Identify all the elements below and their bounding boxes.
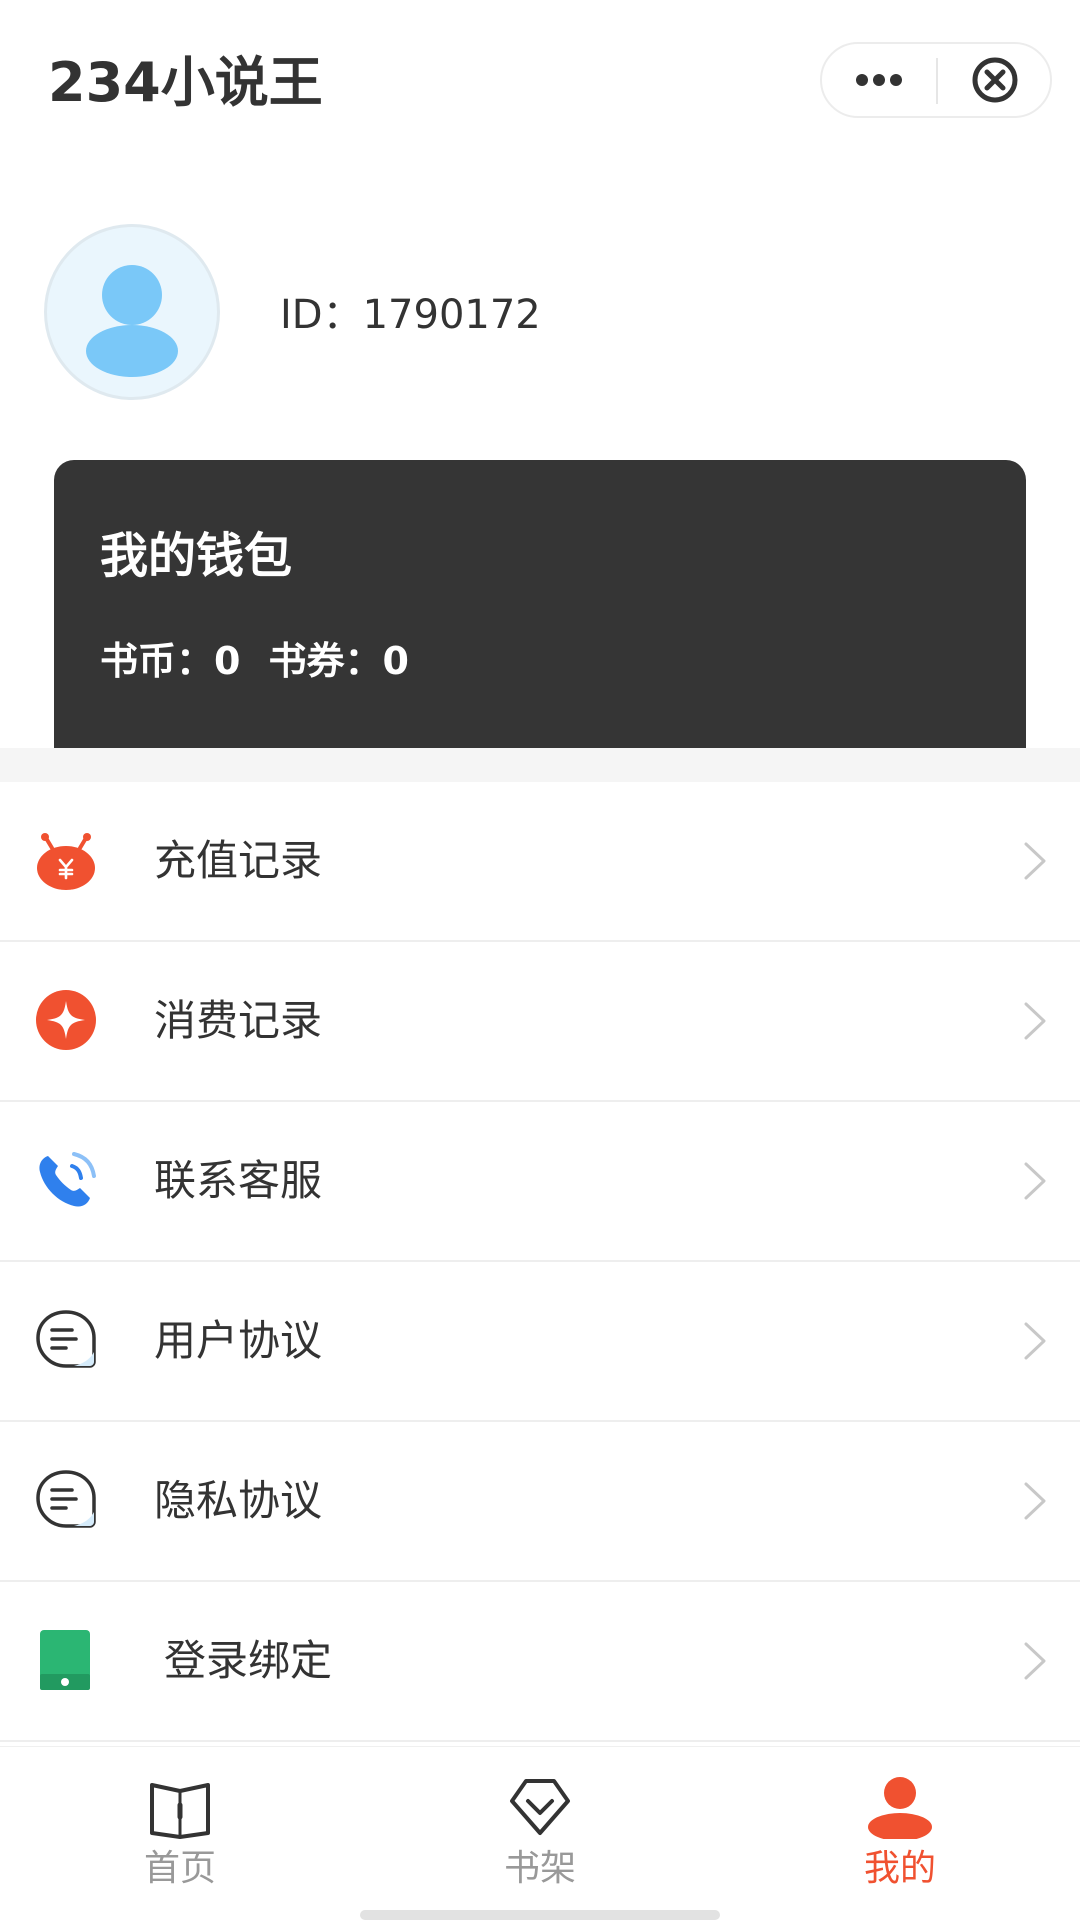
chevron-right-icon xyxy=(1024,1482,1046,1520)
user-avatar-icon xyxy=(86,265,178,377)
tab-label: 书架 xyxy=(503,1848,576,1889)
chevron-right-icon xyxy=(1024,1642,1046,1680)
menu-item-consumption-records[interactable]: 消费记录 xyxy=(0,942,1080,1102)
coins-value: 0 xyxy=(214,639,241,683)
phone-call-icon xyxy=(39,1152,96,1207)
menu-item-login-binding[interactable]: 登录绑定 xyxy=(0,1582,1080,1742)
recharge-wallet-icon xyxy=(37,833,95,890)
chevron-right-icon xyxy=(1024,1322,1046,1360)
menu-item-privacy-policy[interactable]: 隐私协议 xyxy=(0,1422,1080,1582)
vouchers-label: 书券： xyxy=(268,639,383,683)
top-bar: 234小说王 xyxy=(0,0,1080,160)
tab-label: 我的 xyxy=(863,1848,936,1889)
menu-item-recharge-records[interactable]: 充值记录 xyxy=(0,782,1080,942)
user-id: ID：1790172 xyxy=(280,292,541,338)
user-profile-icon xyxy=(868,1777,932,1839)
tab-bookshelf[interactable]: 书架 xyxy=(440,1747,640,1921)
more-dots-icon xyxy=(856,74,902,86)
bookshelf-diamond-icon xyxy=(510,1779,570,1835)
tablet-device-icon xyxy=(40,1630,90,1690)
menu-item-label: 登录绑定 xyxy=(164,1636,333,1685)
wallet-title: 我的钱包 xyxy=(100,528,293,584)
menu-item-label: 隐私协议 xyxy=(154,1476,323,1525)
app-title: 234小说王 xyxy=(48,51,323,114)
mini-program-capsule xyxy=(820,42,1052,118)
bottom-tab-bar: 首页 书架 我的 xyxy=(0,1746,1080,1921)
home-indicator xyxy=(360,1910,720,1920)
wallet-balance: 书币：0 书券：0 xyxy=(100,636,409,686)
coins-label: 书币： xyxy=(100,639,215,683)
close-circle-icon xyxy=(972,57,1018,103)
chevron-right-icon xyxy=(1024,1162,1046,1200)
menu-item-user-agreement[interactable]: 用户协议 xyxy=(0,1262,1080,1422)
menu-item-label: 用户协议 xyxy=(154,1316,323,1365)
menu-item-label: 消费记录 xyxy=(154,996,323,1045)
menu-item-label: 联系客服 xyxy=(154,1156,323,1205)
chevron-right-icon xyxy=(1024,842,1046,880)
menu-item-contact-support[interactable]: 联系客服 xyxy=(0,1102,1080,1262)
chevron-right-icon xyxy=(1024,1002,1046,1040)
consumption-star-icon xyxy=(36,990,96,1050)
menu-list: 充值记录 消费记录 联系客服 用户协议 隐私协议 登录绑定 xyxy=(0,782,1080,1742)
document-chat-icon xyxy=(36,1470,96,1528)
tab-home[interactable]: 首页 xyxy=(80,1747,280,1921)
tab-label: 首页 xyxy=(143,1848,216,1889)
menu-item-label: 充值记录 xyxy=(154,836,323,885)
vouchers-value: 0 xyxy=(382,639,409,683)
tab-mine[interactable]: 我的 xyxy=(800,1747,1000,1921)
section-divider xyxy=(0,748,1080,782)
avatar[interactable] xyxy=(44,224,220,400)
close-button[interactable] xyxy=(938,44,1052,116)
book-home-icon xyxy=(150,1783,210,1839)
more-button[interactable] xyxy=(822,44,936,116)
document-chat-icon xyxy=(36,1310,96,1368)
wallet-card[interactable]: 我的钱包 书币：0 书券：0 xyxy=(54,460,1026,748)
